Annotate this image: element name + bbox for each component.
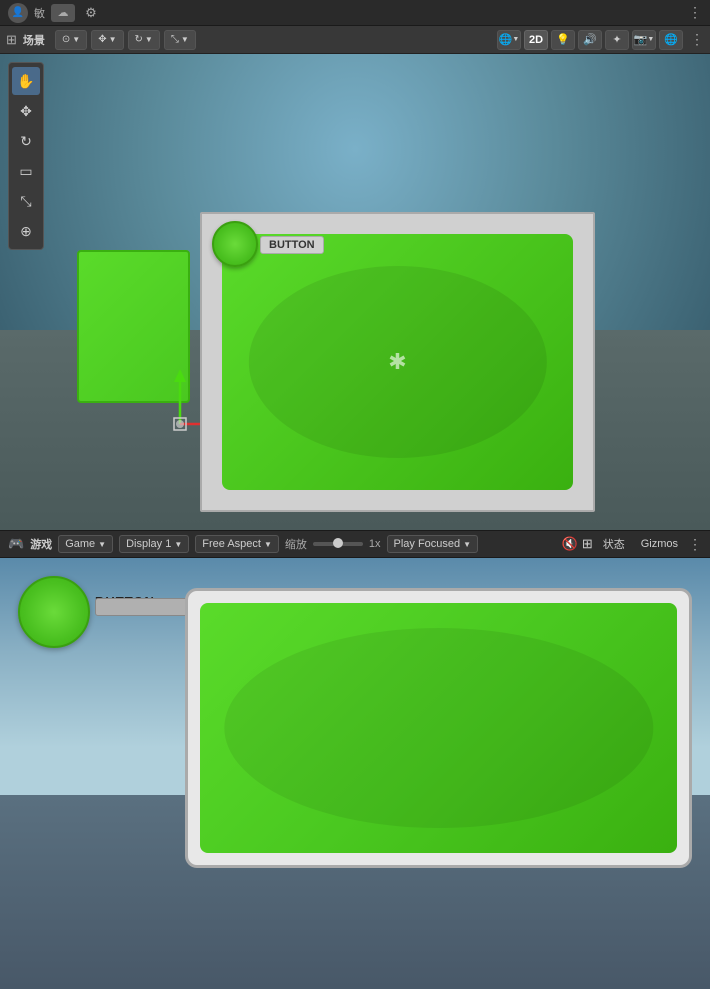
scene-game-cross: ✱ <box>388 349 406 375</box>
light-btn[interactable]: 💡 <box>551 30 575 50</box>
audio-btn[interactable]: 🔊 <box>578 30 602 50</box>
scene-ui-circle <box>212 221 258 267</box>
scene-button-label: BUTTON <box>260 236 324 254</box>
aspect-label: Free Aspect <box>202 538 261 550</box>
play-focused-dropdown[interactable]: Play Focused ▼ <box>387 535 479 553</box>
mute-icon[interactable]: 🔇 <box>562 536 578 552</box>
aspect-chevron: ▼ <box>264 540 272 549</box>
scene-toolbar-dots[interactable]: ⋮ <box>690 31 704 48</box>
move-tool[interactable]: ✥▼ <box>91 30 123 50</box>
game-view: BUTTON <box>0 558 710 989</box>
globe-btn[interactable]: 🌐▼ <box>497 30 521 50</box>
game-main-panel-inner <box>200 603 677 853</box>
zoom-dot <box>333 538 343 548</box>
status-btn[interactable]: 状态 <box>597 535 631 553</box>
camera-btn[interactable]: 📷▼ <box>632 30 656 50</box>
play-focused-label: Play Focused <box>394 538 461 550</box>
scale-tool[interactable]: ⤡▼ <box>164 30 196 50</box>
top-bar-username: 敏 <box>34 5 45 21</box>
fx-btn[interactable]: ✦ <box>605 30 629 50</box>
cloud-icon[interactable]: ☁ <box>51 4 75 22</box>
game-toolbar-right: 🔇 ⊞ 状态 Gizmos ⋮ <box>562 535 702 553</box>
user-icon[interactable]: 👤 <box>8 3 28 23</box>
display-chevron: ▼ <box>174 540 182 549</box>
game-dropdown[interactable]: Game ▼ <box>58 535 113 553</box>
top-bar-menu-dots[interactable]: ⋮ <box>688 4 702 21</box>
rotate-tool[interactable]: ↻▼ <box>128 30 160 50</box>
display-dropdown[interactable]: Display 1 ▼ <box>119 535 189 553</box>
view2-btn[interactable]: 🌐 <box>659 30 683 50</box>
toolbar-right: 🌐▼ 2D 💡 🔊 ✦ 📷▼ 🌐 ⋮ <box>497 30 704 50</box>
game-icon: 🎮 <box>8 536 24 552</box>
view-chevron: ▼ <box>72 35 80 44</box>
rect-tool-btn[interactable]: ▭ <box>12 157 40 185</box>
2d-btn[interactable]: 2D <box>524 30 548 50</box>
scene-view: ✋ ✥ ↻ ▭ ⤡ ⊕ ✱ BUTTON <box>0 54 710 530</box>
gizmos-btn[interactable]: Gizmos <box>635 537 684 551</box>
game-main-panel <box>185 588 692 868</box>
zoom-prefix: 缩放 <box>285 536 307 552</box>
custom-tool-btn[interactable]: ⊕ <box>12 217 40 245</box>
play-focused-chevron: ▼ <box>463 540 471 549</box>
top-bar: 👤 敏 ☁ ⚙ ⋮ <box>0 0 710 26</box>
move-tool-btn[interactable]: ✥ <box>12 97 40 125</box>
display-label: Display 1 <box>126 538 171 550</box>
zoom-slider[interactable] <box>313 542 363 546</box>
hand-tool[interactable]: ✋ <box>12 67 40 95</box>
view-icon: ⊙ <box>62 34 70 45</box>
aspect-dropdown[interactable]: Free Aspect ▼ <box>195 535 279 553</box>
view-dropdown[interactable]: ⊙ ▼ <box>55 30 87 50</box>
rotate-tool-btn[interactable]: ↻ <box>12 127 40 155</box>
transform-tool-btn[interactable]: ⤡ <box>12 187 40 215</box>
left-tool-panel: ✋ ✥ ↻ ▭ ⤡ ⊕ <box>8 62 44 250</box>
game-label: 游戏 <box>30 536 52 552</box>
game-dropdown-chevron: ▼ <box>98 540 106 549</box>
game-toolbar: 🎮 游戏 Game ▼ Display 1 ▼ Free Aspect ▼ 缩放… <box>0 530 710 558</box>
scene-toolbar: ⊞ 场景 ⊙ ▼ ✥▼ ↻▼ ⤡▼ 🌐▼ 2D 💡 🔊 ✦ 📷▼ 🌐 ⋮ <box>0 26 710 54</box>
game-dropdown-label: Game <box>65 538 95 550</box>
game-toolbar-dots[interactable]: ⋮ <box>688 536 702 553</box>
zoom-value: 1x <box>369 538 381 550</box>
game-main-ellipse <box>224 628 653 828</box>
scene-game-panel: ✱ <box>200 212 595 512</box>
scene-label: 场景 <box>23 32 45 48</box>
settings-icon[interactable]: ⚙ <box>81 3 101 23</box>
scene-game-panel-inner: ✱ <box>222 234 573 490</box>
scene-grid-icon: ⊞ <box>6 32 17 48</box>
stats-grid-icon[interactable]: ⊞ <box>582 536 593 552</box>
game-ui-circle <box>18 576 90 648</box>
